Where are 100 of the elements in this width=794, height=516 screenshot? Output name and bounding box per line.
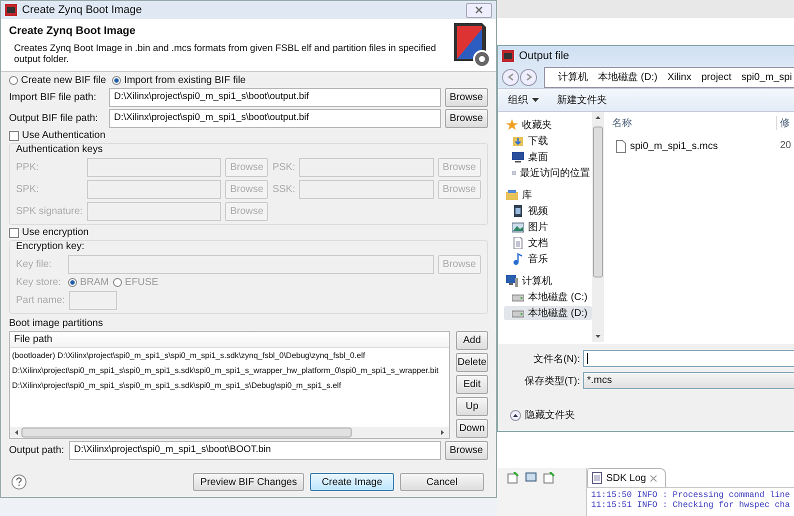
- dialog-button[interactable]: Create Image: [310, 473, 394, 491]
- toolbar-button[interactable]: [543, 472, 555, 484]
- group-title: Authentication keys: [16, 144, 104, 155]
- picture-icon: [512, 221, 524, 233]
- text-field[interactable]: D:\Xilinx\project\spi0_m_spi1_s\boot\BOOT.bin: [69, 441, 441, 460]
- checkbox[interactable]: Use Authentication: [9, 130, 488, 141]
- breadcrumb-item[interactable]: 本地磁盘 (D:): [598, 70, 658, 84]
- table-cell-text: 20: [780, 140, 792, 153]
- app-icon: [5, 4, 17, 16]
- field-label: Key store:: [16, 277, 62, 288]
- field-label: SPK signature:: [16, 206, 83, 217]
- field-label: Import BIF file path:: [9, 92, 98, 103]
- radio-button[interactable]: Import from existing BIF file: [112, 75, 246, 86]
- file-icon: [616, 140, 626, 153]
- table-row[interactable]: (bootloader) D:\Xilinx\project\spi0_m_spi1_s\spi0_m_spi1_s.sdk\zynq_fsbl_0\Debug\zynq_fsbl_0.elf: [10, 348, 449, 363]
- window-title: Create Zynq Boot Image: [22, 4, 142, 16]
- nav-item[interactable]: 桌面: [504, 150, 592, 164]
- table-button[interactable]: Up: [456, 397, 488, 416]
- field-label: 文件名(N):: [532, 352, 580, 366]
- computer-icon: [506, 275, 518, 287]
- browse-button[interactable]: Browse: [444, 88, 488, 107]
- dialog-heading: Create Zynq Boot Image: [9, 25, 137, 37]
- nav-item[interactable]: 下载: [504, 134, 592, 148]
- breadcrumb-item[interactable]: project: [701, 72, 732, 82]
- field-label: SPK:: [16, 184, 40, 195]
- text-field[interactable]: [299, 180, 434, 199]
- nav-item[interactable]: 本地磁盘 (D:): [504, 306, 592, 320]
- hide-folders-button[interactable]: 隐藏文件夹: [510, 408, 575, 422]
- window-title: Output file: [519, 50, 570, 62]
- field-label: Part name:: [16, 295, 65, 306]
- group-title: Encryption key:: [16, 241, 86, 252]
- back-button[interactable]: [502, 68, 519, 86]
- forward-button[interactable]: [520, 68, 537, 86]
- breadcrumb-item[interactable]: Xilinx: [667, 72, 692, 82]
- field-label: PPK:: [16, 162, 40, 173]
- breadcrumb-item[interactable]: 计算机: [558, 70, 588, 84]
- table-row[interactable]: D:\Xilinx\project\spi0_m_spi1_s\spi0_m_spi1_s.sdk\spi0_m_spi1_s\Debug\spi0_m_spi1_s.elf: [10, 378, 449, 393]
- text-field[interactable]: [86, 180, 222, 199]
- dialog-button[interactable]: Cancel: [400, 473, 484, 491]
- column-header: File path: [10, 332, 449, 348]
- file-item[interactable]: spi0_m_spi1_s.mcs: [612, 140, 718, 153]
- table-button[interactable]: Down: [456, 419, 488, 438]
- desktop-icon: [512, 151, 524, 163]
- file-name-field[interactable]: [583, 350, 794, 367]
- app-icon: [502, 50, 514, 62]
- checkbox[interactable]: Use encryption: [9, 227, 488, 238]
- field-label: Key file:: [16, 259, 53, 270]
- close-icon: [650, 474, 658, 482]
- download-icon: [512, 135, 524, 147]
- close-icon: [475, 6, 483, 14]
- monitor-icon: [525, 472, 537, 484]
- dialog-button[interactable]: Preview BIF Changes: [193, 473, 304, 491]
- new-file-icon: [543, 472, 555, 484]
- log-line: 11:15:51 INFO : Checking for hwspec cha: [591, 500, 790, 510]
- field-label: PSK:: [272, 162, 296, 173]
- breadcrumb-item[interactable]: spi0_m_spi: [741, 72, 792, 82]
- browse-button[interactable]: Browse: [444, 109, 488, 128]
- address-bar[interactable]: 计算机 本地磁盘 (D:) Xilinx project spi0_m_spi: [544, 66, 794, 88]
- nav-item[interactable]: 收藏夹: [504, 118, 592, 132]
- section-title: Boot image partitions: [9, 318, 104, 329]
- text-field[interactable]: D:\Xilinx\project\spi0_m_spi1_s\boot\output.bif: [109, 109, 441, 128]
- nav-item[interactable]: 视频: [504, 204, 592, 218]
- log-line: 11:15:50 INFO : Processing command line: [591, 490, 790, 500]
- table-button[interactable]: Add: [456, 331, 488, 350]
- radio-button[interactable]: Create new BIF file: [9, 75, 106, 86]
- file-type-dropdown[interactable]: *.mcs: [583, 372, 794, 389]
- text-field[interactable]: [299, 158, 434, 177]
- toolbar-button[interactable]: 组织: [508, 93, 539, 107]
- log-icon: [592, 472, 602, 484]
- column-header[interactable]: 修: [776, 116, 794, 130]
- table-button[interactable]: Edit: [456, 375, 488, 394]
- nav-item[interactable]: 本地磁盘 (C:): [504, 290, 592, 304]
- text-field[interactable]: [68, 291, 117, 310]
- text-field[interactable]: [68, 255, 434, 274]
- dialog-description: Creates Zynq Boot Image in .bin and .mcs formats from given FSBL elf and partition files in specified output folder.: [13, 43, 438, 65]
- text-field[interactable]: [86, 202, 222, 221]
- help-icon: [11, 474, 27, 490]
- toolbar-button[interactable]: [525, 472, 537, 484]
- nav-item[interactable]: 计算机: [504, 274, 592, 288]
- nav-item[interactable]: 图片: [504, 220, 592, 234]
- nav-item[interactable]: 最近访问的位置: [504, 166, 592, 180]
- table-row[interactable]: D:\Xilinx\project\spi0_m_spi1_s\spi0_m_spi1_s.sdk\spi0_m_spi1_s_wrapper_hw_platform_0\spi0_m_spi1_s_wrapper.bit: [10, 363, 449, 378]
- field-label: 保存类型(T):: [523, 374, 580, 388]
- text-field[interactable]: D:\Xilinx\project\spi0_m_spi1_s\boot\output.bif: [109, 88, 441, 107]
- browse-button[interactable]: Browse: [444, 441, 488, 460]
- video-icon: [512, 205, 524, 217]
- close-button[interactable]: [466, 2, 492, 18]
- table-button[interactable]: Delete: [456, 353, 488, 372]
- toolbar-button[interactable]: 新建文件夹: [557, 93, 607, 107]
- chevron-up-icon: [510, 410, 521, 420]
- column-header[interactable]: 名称: [612, 116, 632, 130]
- nav-item[interactable]: 文档: [504, 236, 592, 250]
- field-label: SSK:: [272, 184, 296, 195]
- nav-item[interactable]: 库: [504, 188, 592, 202]
- star-icon: [506, 119, 518, 131]
- field-label: Output BIF file path:: [9, 113, 99, 124]
- document-icon: [512, 237, 524, 249]
- nav-item[interactable]: 音乐: [504, 252, 592, 266]
- text-field[interactable]: [86, 158, 222, 177]
- log-tab[interactable]: SDK Log: [587, 468, 666, 487]
